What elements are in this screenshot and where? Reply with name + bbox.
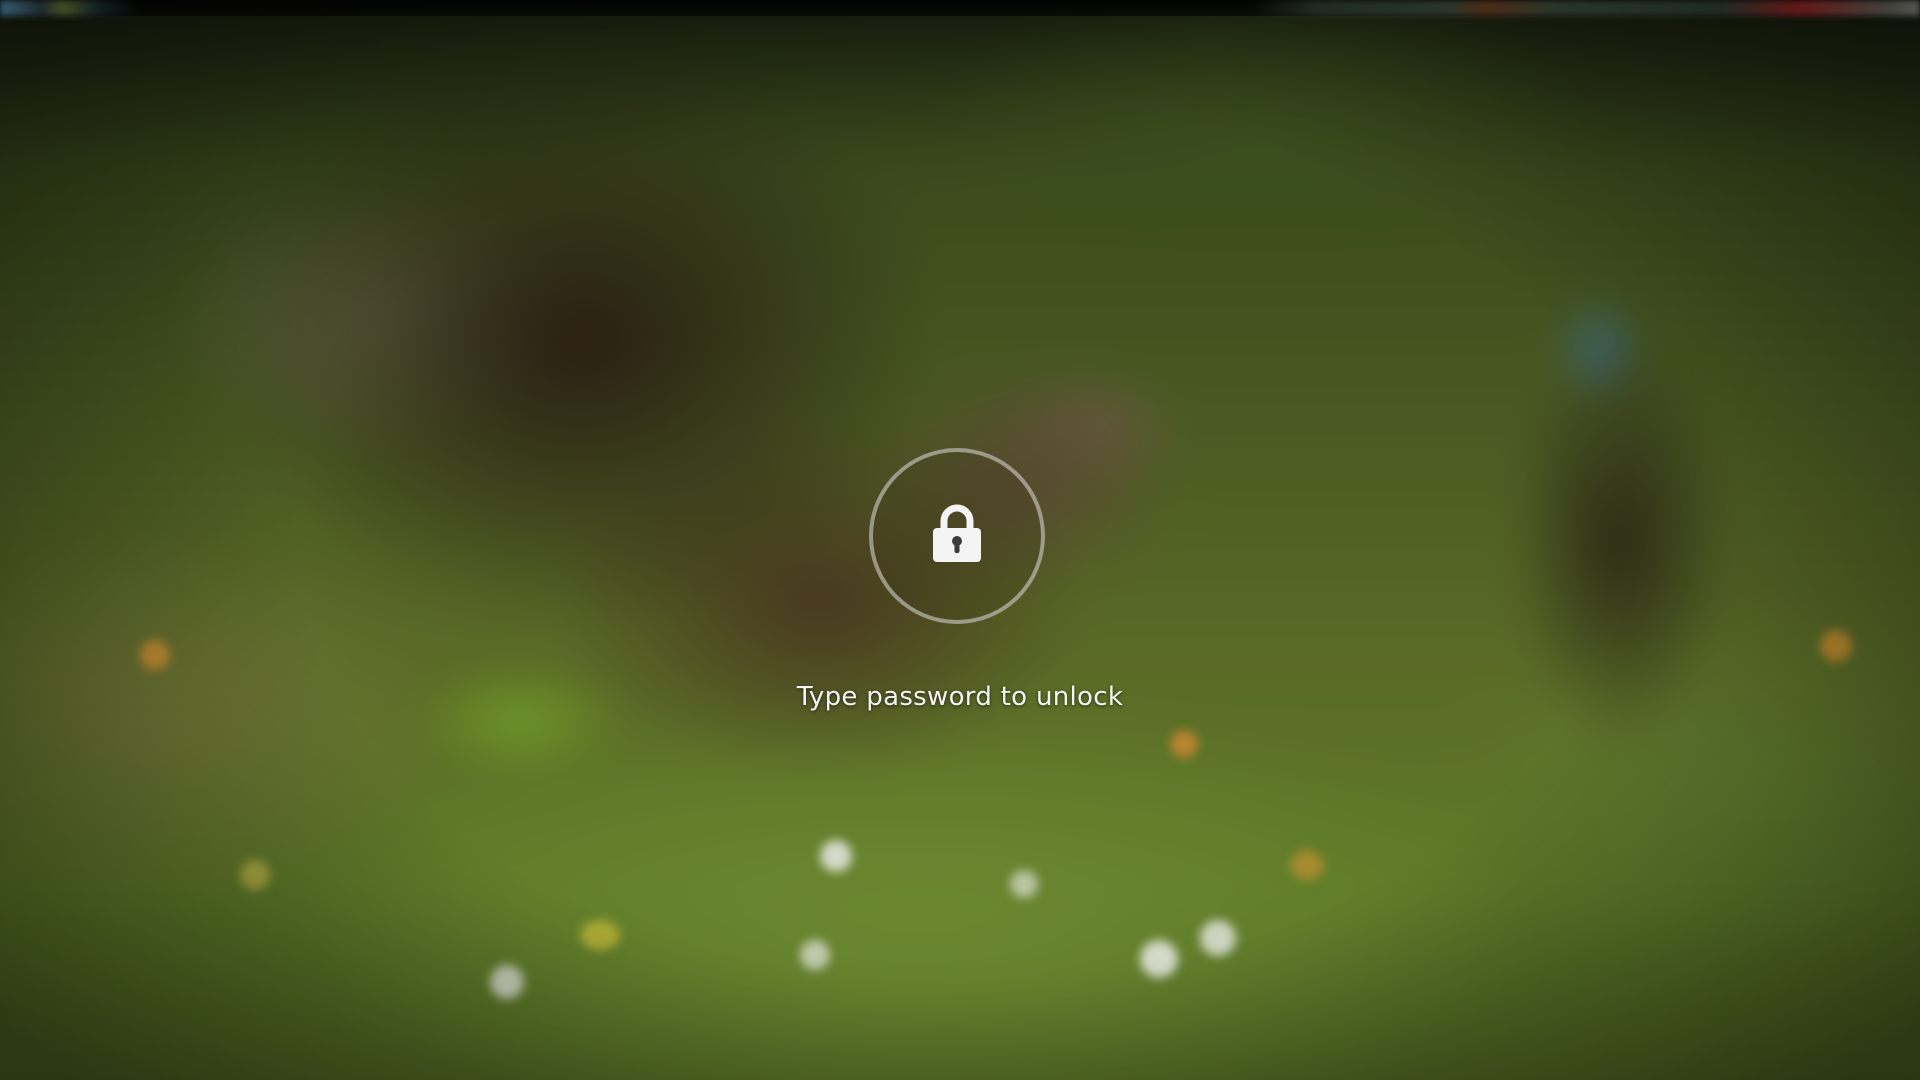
lock-ring[interactable] bbox=[869, 448, 1045, 624]
lock-screen[interactable]: Type password to unlock bbox=[0, 0, 1920, 1080]
unlock-instruction: Type password to unlock bbox=[796, 682, 1124, 712]
unlock-prompt-area: Type password to unlock bbox=[0, 0, 1920, 1080]
padlock-icon bbox=[933, 504, 981, 562]
